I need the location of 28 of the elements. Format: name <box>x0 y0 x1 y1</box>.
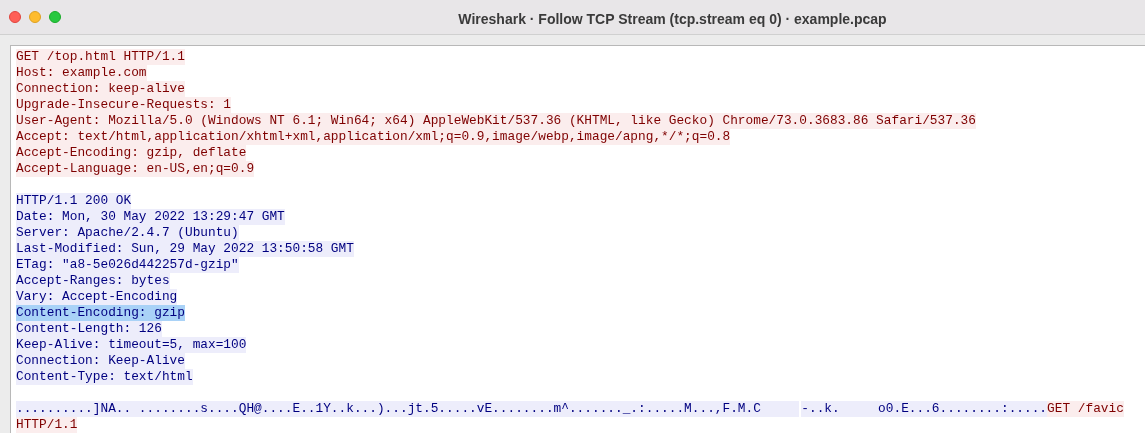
stream-text: Content-Type: text/html <box>16 369 193 385</box>
stream-text: ETag: "a8-5e026d442257d-gzip" <box>16 257 239 273</box>
stream-text: ..........]NA.. ........s....QH@....E..1Y..k...)...jt.5.....vE........m^......._.:.....M...,F.M.C <box>16 401 800 417</box>
stream-text: GET /favic <box>1047 401 1124 417</box>
stream-text: -..k. o0.E...6........:..... <box>801 401 1048 417</box>
stream-text: Last-Modified: Sun, 29 May 2022 13:50:58 GMT <box>16 241 354 257</box>
stream-text: Accept-Ranges: bytes <box>16 273 170 289</box>
stream-text: HTTP/1.1 <box>16 417 78 433</box>
stream-text: Server: Apache/2.4.7 (Ubuntu) <box>16 225 239 241</box>
zoom-icon[interactable] <box>49 11 61 23</box>
stream-text: Vary: Accept-Encoding <box>16 289 178 305</box>
stream-text: HTTP/1.1 200 OK <box>16 193 132 209</box>
stream-text: Accept-Encoding: gzip, deflate <box>16 145 247 161</box>
stream-text: GET /top.html HTTP/1.1 <box>16 49 185 65</box>
stream-text: Host: example.com <box>16 65 147 81</box>
window-title: Wireshark · Follow TCP Stream (tcp.stream eq 0) · example.pcap <box>458 9 887 29</box>
stream-text: Accept: text/html,application/xhtml+xml,application/xml;q=0.9,image/webp,image/apng,*/*;q=0.8 <box>16 129 731 145</box>
stream-text: Upgrade-Insecure-Requests: 1 <box>16 97 232 113</box>
minimize-icon[interactable] <box>29 11 41 23</box>
stream-text: User-Agent: Mozilla/5.0 (Windows NT 6.1; Win64; x64) AppleWebKit/537.36 (KHTML, like Gecko) Chrome/73.0.3683.86 Safari/537.36 <box>16 113 976 129</box>
stream-text: Accept-Language: en-US,en;q=0.9 <box>16 161 255 177</box>
stream-text: Content-Length: 126 <box>16 321 162 337</box>
stream-text: Content-Encoding: gzip <box>16 305 185 321</box>
stream-text: Connection: keep-alive <box>16 81 185 97</box>
stream-text: Connection: Keep-Alive <box>16 353 185 369</box>
stream-text: Date: Mon, 30 May 2022 13:29:47 GMT <box>16 209 285 225</box>
close-icon[interactable] <box>9 11 21 23</box>
stream-text: Keep-Alive: timeout=5, max=100 <box>16 337 247 353</box>
